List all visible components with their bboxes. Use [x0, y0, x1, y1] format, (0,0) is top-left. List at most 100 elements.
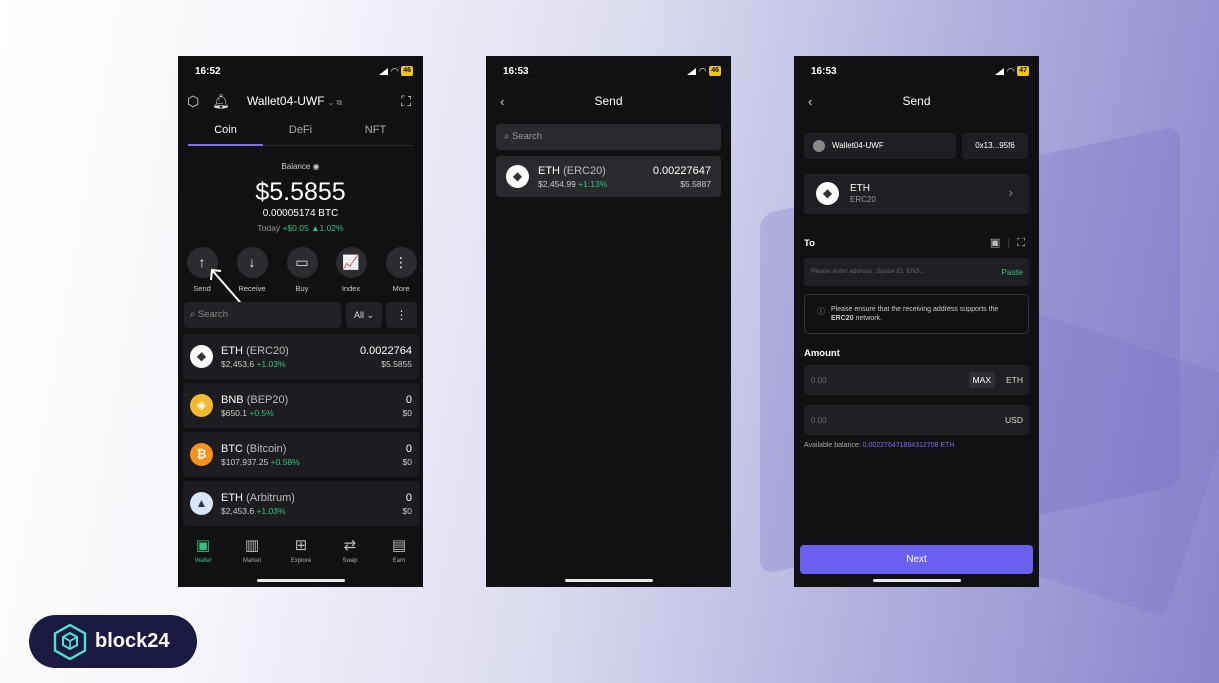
- bnb-coin-icon: ◈: [190, 394, 213, 417]
- battery-icon: 46: [401, 66, 413, 76]
- nav-wallet-label: Wallet: [194, 558, 212, 564]
- paste-button[interactable]: Paste: [1001, 267, 1023, 277]
- today-change-value: +$0.05 ▲1.02%: [282, 223, 344, 233]
- more-dots-icon: ⋮: [395, 308, 408, 322]
- brand-name: block24: [95, 630, 170, 652]
- amount-eth-input[interactable]: 0.00 MAX ETH: [804, 365, 1029, 395]
- more-button[interactable]: ⋮ More: [383, 247, 419, 293]
- divider: |: [1007, 237, 1011, 249]
- address-input[interactable]: Please enter address, Space ID, ENS... P…: [804, 258, 1029, 286]
- to-actions: ▣ | ⛶: [990, 236, 1025, 250]
- coin-price: $107,937.25 +0.58%: [221, 457, 300, 467]
- page-title: Send: [594, 94, 623, 108]
- btc-coin-icon: ₿: [190, 443, 213, 466]
- search-icon: ⌕: [504, 131, 510, 142]
- address-book-icon[interactable]: ▣: [990, 237, 1000, 249]
- nav-swap-label: Swap: [342, 558, 358, 564]
- wallet-name: Wallet04-UWF: [832, 141, 884, 150]
- nav-market[interactable]: ▥ Market: [232, 537, 272, 564]
- coin-amount: 0.0022764: [360, 345, 412, 357]
- wallet-icon: ▣: [195, 537, 211, 554]
- list-item[interactable]: ▲ ETH (Arbitrum) $2,453.6 +1.03% 0 $0: [183, 481, 419, 526]
- asset-tabs: Coin DeFi NFT: [188, 124, 413, 146]
- next-button[interactable]: Next: [800, 545, 1033, 574]
- nav-market-label: Market: [242, 558, 262, 564]
- filter-dropdown[interactable]: All ⌄: [346, 302, 382, 328]
- amount-usd-input[interactable]: 0.00 USD: [804, 405, 1029, 435]
- to-label: To: [804, 238, 815, 249]
- bell-icon[interactable]: 🔔︎: [212, 94, 230, 108]
- coin-amount: 0.00227647: [652, 165, 711, 177]
- wifi-icon: ◠: [391, 65, 399, 76]
- max-button[interactable]: MAX: [968, 372, 995, 388]
- token-selector[interactable]: ◆ ETH ERC20 ›: [804, 174, 1029, 214]
- status-bar: 16:53 ◠ 46: [486, 66, 731, 78]
- tab-coin[interactable]: Coin: [188, 124, 263, 136]
- battery-icon: 46: [709, 66, 721, 76]
- cube-logo-icon: [53, 623, 87, 661]
- wifi-icon: ◠: [699, 65, 707, 76]
- coin-network: (BEP20): [246, 394, 289, 406]
- coin-usd: $0: [402, 408, 412, 418]
- bottom-nav: ▣ Wallet ▥ Market ⊞ Explore ⇄ Swap ▤ Ear…: [178, 537, 423, 569]
- nav-earn[interactable]: ▤ Earn: [379, 537, 419, 564]
- search-input[interactable]: ⌕ Search: [496, 124, 721, 150]
- arbitrum-coin-icon: ▲: [190, 492, 213, 515]
- chevron-down-icon: ⌄ ⧉: [327, 98, 343, 107]
- earn-icon: ▤: [391, 537, 407, 554]
- send-form-screen: 16:53 ◠ 47 ‹ Send Wallet04-UWF 0x13...95…: [794, 56, 1039, 587]
- coin-usd: $5.5855: [381, 359, 412, 369]
- wallet-header: ⬡ 🔔︎ Wallet04-UWF ⌄ ⧉ ⛶: [178, 92, 423, 110]
- token-network: ERC20: [850, 195, 876, 204]
- tab-defi[interactable]: DeFi: [263, 124, 338, 136]
- list-item[interactable]: ◆ ETH (ERC20) $2,454.99 +1.13% 0.0022764…: [496, 156, 721, 197]
- amount-placeholder: 0.00: [811, 376, 827, 385]
- filter-label: All: [353, 310, 364, 320]
- signal-icon: [379, 67, 389, 75]
- amount-label: Amount: [804, 348, 840, 359]
- status-time: 16:53: [503, 66, 529, 77]
- list-options-button[interactable]: ⋮: [386, 302, 417, 328]
- usd-placeholder: 0.00: [811, 416, 827, 425]
- card-icon: ▭: [286, 247, 318, 278]
- tab-nft[interactable]: NFT: [338, 124, 413, 136]
- list-item[interactable]: ◈ BNB (BEP20) $650.1 +0.5% 0 $0: [183, 383, 419, 428]
- coin-network: (Arbitrum): [246, 492, 295, 504]
- search-input[interactable]: ⌕ Search: [184, 302, 341, 328]
- scan-icon[interactable]: ⛶: [401, 94, 411, 108]
- buy-button[interactable]: ▭ Buy: [284, 247, 320, 293]
- coin-network: (ERC20): [563, 165, 606, 177]
- explore-icon: ⊞: [294, 537, 308, 554]
- wallet-icon: [813, 140, 825, 152]
- from-wallet-chip[interactable]: Wallet04-UWF: [804, 133, 956, 159]
- nav-wallet[interactable]: ▣ Wallet: [183, 537, 223, 564]
- list-item[interactable]: ₿ BTC (Bitcoin) $107,937.25 +0.58% 0 $0: [183, 432, 419, 477]
- from-address-chip[interactable]: 0x13...95f6: [962, 133, 1028, 159]
- nav-swap[interactable]: ⇄ Swap: [330, 537, 370, 564]
- list-item[interactable]: ◆ ETH (ERC20) $2,453.6 +1.03% 0.0022764 …: [183, 334, 419, 379]
- coin-change: +1.03%: [256, 506, 286, 516]
- index-button[interactable]: 📈 Index: [333, 247, 369, 293]
- coin-usd: $0: [402, 506, 412, 516]
- brand-logo: block24: [29, 615, 197, 668]
- settings-icon[interactable]: ⬡: [187, 94, 199, 108]
- unit-usd: USD: [1005, 415, 1023, 425]
- available-value: 0.002276471894312708 ETH: [862, 442, 955, 449]
- scan-icon[interactable]: ⛶: [1017, 237, 1025, 249]
- nav-explore[interactable]: ⊞ Explore: [281, 537, 321, 564]
- balance-btc: 0.00005174 BTC: [262, 208, 339, 219]
- notice-text-pre: Please ensure that the receiving address…: [831, 306, 999, 313]
- more-label: More: [392, 284, 410, 293]
- status-time: 16:52: [195, 66, 221, 77]
- coin-change: +0.5%: [249, 408, 274, 418]
- status-bar: 16:53 ◠ 47: [794, 66, 1039, 78]
- network-notice: ⓘ Please ensure that the receiving addre…: [804, 294, 1029, 334]
- eye-icon[interactable]: ◉: [313, 162, 320, 171]
- coin-symbol: BNB: [221, 394, 244, 406]
- chevron-right-icon: ›: [1008, 185, 1013, 200]
- chevron-down-icon: ⌄: [366, 310, 375, 320]
- coin-price-value: $2,454.99: [538, 179, 576, 189]
- wallet-selector[interactable]: Wallet04-UWF ⌄ ⧉: [247, 94, 342, 108]
- battery-icon: 47: [1017, 66, 1029, 76]
- coin-change: +0.58%: [270, 457, 300, 467]
